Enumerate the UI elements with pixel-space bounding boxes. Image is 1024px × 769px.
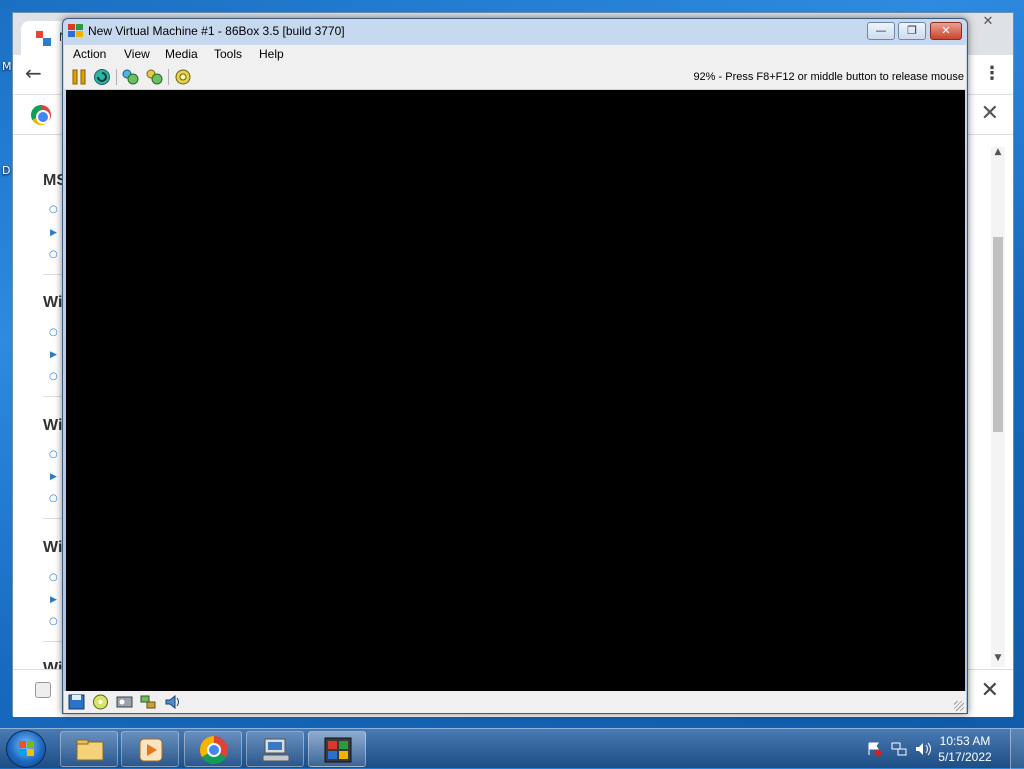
clock-date[interactable]: 5/17/2022 — [930, 750, 1000, 764]
menu-tools[interactable]: Tools — [214, 47, 242, 61]
page-scrollbar[interactable]: ▲ ▼ — [991, 147, 1005, 667]
taskbar-media-player[interactable] — [121, 731, 179, 767]
taskbar-computer[interactable] — [246, 731, 304, 767]
list-bullet: ○ — [49, 249, 58, 260]
vm-menu-bar: Action View Media Tools Help — [64, 45, 966, 65]
scroll-down-arrow-icon[interactable]: ▼ — [991, 653, 1005, 667]
desktop-icon-label-m: M — [2, 60, 12, 73]
vm-toolbar: 92% - Press F8+F12 or middle button to r… — [64, 65, 966, 89]
chrome-close-button[interactable]: ✕ — [973, 13, 1003, 31]
network-icon[interactable] — [140, 694, 157, 710]
toolbar-separator — [168, 69, 169, 85]
expand-arrow-icon[interactable]: ▶ — [50, 350, 57, 360]
86box-icon — [68, 24, 83, 37]
list-bullet: ○ — [49, 449, 58, 460]
clock-time[interactable]: 10:53 AM — [930, 734, 1000, 748]
list-bullet: ○ — [49, 327, 58, 338]
infobar-close-icon[interactable]: ✕ — [981, 101, 999, 126]
computer-icon — [262, 738, 290, 762]
menu-help[interactable]: Help — [259, 47, 284, 61]
volume-icon[interactable] — [915, 741, 931, 757]
menu-view[interactable]: View — [124, 47, 150, 61]
86box-icon — [324, 737, 352, 763]
windows-logo-icon — [19, 741, 34, 756]
desktop-icon-label-d: D — [2, 164, 11, 177]
start-button[interactable] — [6, 730, 46, 768]
expand-arrow-icon[interactable]: ▶ — [50, 595, 57, 605]
download-file-icon[interactable] — [35, 682, 51, 698]
scroll-thumb[interactable] — [993, 237, 1003, 432]
floppy-icon[interactable] — [68, 694, 85, 710]
section-heading: Wi — [43, 294, 63, 311]
scroll-up-arrow-icon[interactable]: ▲ — [991, 147, 1005, 161]
resize-grip[interactable] — [954, 701, 964, 711]
ctrl-alt-del-icon[interactable] — [121, 68, 139, 86]
hard-reset-icon[interactable] — [93, 68, 111, 86]
sound-icon[interactable] — [164, 694, 181, 710]
vm-title-bar[interactable]: New Virtual Machine #1 - 86Box 3.5 [buil… — [63, 19, 967, 45]
chrome-logo-icon — [31, 105, 51, 125]
expand-arrow-icon[interactable]: ▶ — [50, 472, 57, 482]
vm-display[interactable] — [66, 90, 965, 691]
taskbar-chrome[interactable] — [184, 731, 242, 767]
taskbar-explorer[interactable] — [60, 731, 118, 767]
close-button[interactable]: ✕ — [930, 22, 962, 40]
taskbar: 10:53 AM 5/17/2022 — [0, 728, 1024, 769]
list-bullet: ○ — [49, 616, 58, 627]
chrome-menu-icon[interactable]: ⋮ — [983, 63, 1001, 84]
show-desktop-button[interactable] — [1010, 729, 1024, 769]
vm-window: New Virtual Machine #1 - 86Box 3.5 [buil… — [62, 18, 968, 714]
ctrl-alt-esc-icon[interactable] — [145, 68, 163, 86]
menu-action[interactable]: Action — [73, 47, 106, 61]
explorer-icon — [76, 739, 104, 761]
menu-media[interactable]: Media — [165, 47, 198, 61]
cdrom-icon[interactable] — [92, 694, 109, 710]
list-bullet: ○ — [49, 572, 58, 583]
taskbar-86box[interactable] — [308, 731, 366, 767]
site-favicon-icon — [36, 31, 51, 46]
vm-status-bar — [64, 691, 966, 713]
restore-button[interactable]: ❐ — [898, 22, 926, 40]
section-heading: Wi — [43, 417, 63, 434]
minimize-button[interactable]: — — [867, 22, 895, 40]
pause-icon[interactable] — [70, 68, 88, 86]
back-arrow-icon[interactable]: ← — [25, 61, 42, 85]
list-bullet: ○ — [49, 493, 58, 504]
expand-arrow-icon[interactable]: ▶ — [50, 228, 57, 238]
hdd-icon[interactable] — [116, 694, 133, 710]
action-center-icon[interactable] — [866, 741, 882, 757]
media-player-icon — [139, 738, 163, 762]
vm-window-title: New Virtual Machine #1 - 86Box 3.5 [buil… — [88, 24, 345, 38]
settings-icon[interactable] — [174, 68, 192, 86]
download-bar-close-icon[interactable]: ✕ — [981, 678, 999, 703]
section-heading: Wi — [43, 539, 63, 556]
toolbar-separator — [116, 69, 117, 85]
vm-status-text: 92% - Press F8+F12 or middle button to r… — [693, 71, 964, 83]
list-bullet: ○ — [49, 371, 58, 382]
network-tray-icon[interactable] — [891, 741, 907, 757]
chrome-icon — [200, 736, 228, 764]
list-bullet: ○ — [49, 204, 58, 215]
